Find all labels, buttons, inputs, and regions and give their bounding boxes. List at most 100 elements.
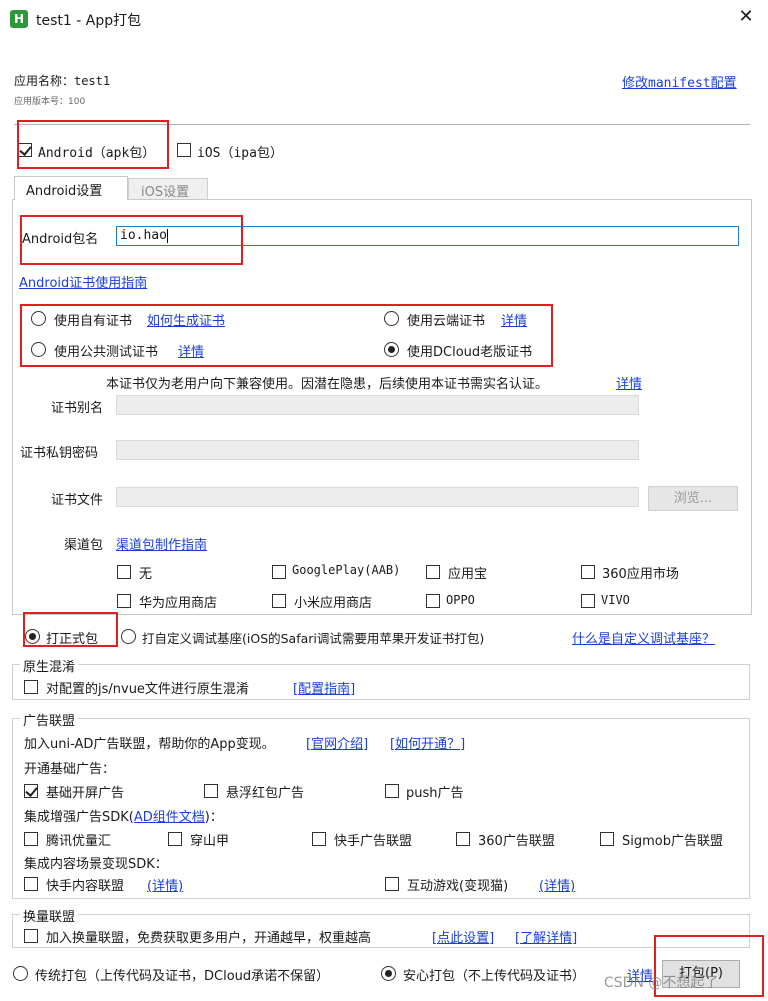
- build-custom-base-radio[interactable]: [121, 629, 136, 644]
- exchange-settings-link[interactable]: [点此设置]: [432, 927, 494, 946]
- channel-huawei-checkbox[interactable]: [117, 594, 131, 608]
- package-name-label: Android包名: [22, 232, 99, 247]
- cert-public-test-details-link[interactable]: 详情: [178, 341, 204, 360]
- ad-interactive-game-checkbox[interactable]: [385, 877, 399, 891]
- traditional-build-radio[interactable]: [13, 966, 28, 981]
- enhanced-ads-title: 集成增强广告SDK(AD组件文档)：: [24, 806, 223, 825]
- native-obfuscation-checkbox[interactable]: [24, 680, 38, 694]
- enhanced-ads-title-suffix: )：: [204, 810, 223, 825]
- ad-official-intro-link[interactable]: [官网介绍]: [306, 733, 368, 752]
- obfuscation-guide-link[interactable]: [配置指南]: [293, 678, 355, 697]
- ad-interactive-game-label: 互动游戏(变现猫): [407, 879, 509, 894]
- cert-public-test-radio[interactable]: [31, 342, 46, 357]
- modify-manifest-link[interactable]: 修改manifest配置: [622, 72, 737, 91]
- cert-dcloud-old-radio[interactable]: [384, 342, 399, 357]
- ad-splash-checkbox[interactable]: [24, 784, 38, 798]
- cert-cloud-label: 使用云端证书: [407, 314, 486, 329]
- ad-floating-redpacket-checkbox[interactable]: [204, 784, 218, 798]
- cert-own-radio[interactable]: [31, 311, 46, 326]
- ios-platform-label: iOS（ipa包）: [197, 146, 283, 161]
- app-version-label: 应用版本号：100: [14, 97, 86, 107]
- channel-googleplay-checkbox[interactable]: [272, 565, 286, 579]
- package-name-input[interactable]: io.hao: [116, 226, 739, 246]
- channel-xiaomi-checkbox[interactable]: [272, 594, 286, 608]
- ios-checkbox[interactable]: [177, 143, 191, 157]
- cert-alias-input[interactable]: [116, 395, 639, 415]
- ad-sigmob-label: Sigmob广告联盟: [622, 834, 723, 849]
- channel-xiaomi-label: 小米应用商店: [294, 596, 373, 611]
- channel-vivo-checkbox[interactable]: [581, 594, 595, 608]
- cert-file-input[interactable]: [116, 487, 639, 507]
- android-cert-guide-link[interactable]: Android证书使用指南: [19, 272, 147, 291]
- channel-360-label: 360应用市场: [602, 567, 679, 582]
- cert-cloud-details-link[interactable]: 详情: [501, 310, 527, 329]
- channel-yingyongbao-label: 应用宝: [448, 567, 488, 582]
- tab-android-label: Android设置: [26, 184, 103, 199]
- ad-tencent-checkbox[interactable]: [24, 832, 38, 846]
- android-checkbox[interactable]: [18, 143, 32, 157]
- close-icon[interactable]: ✕: [736, 7, 756, 27]
- exchange-union-label: 加入换量联盟，免费获取更多用户，开通越早，权重越高: [46, 931, 372, 946]
- channel-yingyongbao-checkbox[interactable]: [426, 565, 440, 579]
- ad-how-to-open-link[interactable]: [如何开通？]: [390, 733, 465, 752]
- cert-own-label: 使用自有证书: [54, 314, 133, 329]
- tab-ios-settings[interactable]: iOS设置: [128, 178, 208, 200]
- ad-kuaishou-content-label: 快手内容联盟: [46, 879, 125, 894]
- enhanced-ads-title-prefix: 集成增强广告SDK(: [24, 810, 134, 825]
- ad-tencent-label: 腾讯优量汇: [46, 834, 112, 849]
- ad-kuaishou-content-checkbox[interactable]: [24, 877, 38, 891]
- app-logo-icon: H: [10, 10, 28, 28]
- channel-oppo-label: OPPO: [446, 593, 475, 607]
- channel-label: 渠道包: [64, 538, 104, 553]
- ad-floating-redpacket-label: 悬浮红包广告: [226, 786, 305, 801]
- cert-public-test-label: 使用公共测试证书: [54, 345, 159, 360]
- traditional-build-label: 传统打包（上传代码及证书，DCloud承诺不保留）: [35, 969, 330, 984]
- title-bar: H test1 - App打包 ✕: [0, 0, 768, 38]
- ad-kuaishou-checkbox[interactable]: [312, 832, 326, 846]
- channel-huawei-label: 华为应用商店: [139, 596, 218, 611]
- channel-googleplay-label: GooglePlay(AAB): [292, 563, 401, 577]
- ad-pangle-label: 穿山甲: [190, 834, 230, 849]
- custom-base-what-link[interactable]: 什么是自定义调试基座？: [572, 628, 715, 647]
- cert-notice: 本证书仅为老用户向下兼容使用。因潜在隐患，后续使用本证书需实名认证。: [106, 377, 549, 392]
- ad-sigmob-checkbox[interactable]: [600, 832, 614, 846]
- basic-ads-title: 开通基础广告：: [24, 762, 116, 777]
- ad-360-checkbox[interactable]: [456, 832, 470, 846]
- ad-union-title: 广告联盟: [20, 710, 79, 729]
- ad-pangle-checkbox[interactable]: [168, 832, 182, 846]
- browse-button[interactable]: 浏览...: [648, 486, 738, 511]
- kuaishou-content-details-link[interactable]: (详情): [147, 875, 183, 894]
- cert-notice-details-link[interactable]: 详情: [616, 373, 642, 392]
- divider: [14, 124, 750, 125]
- ad-component-docs-link[interactable]: AD组件文档: [134, 810, 205, 825]
- build-custom-base-label: 打自定义调试基座(iOS的Safari调试需要用苹果开发证书打包): [142, 631, 485, 646]
- channel-guide-link[interactable]: 渠道包制作指南: [116, 534, 207, 553]
- ad-kuaishou-label: 快手广告联盟: [334, 834, 413, 849]
- exchange-details-link[interactable]: [了解详情]: [515, 927, 577, 946]
- exchange-union-checkbox[interactable]: [24, 929, 38, 943]
- cert-cloud-radio[interactable]: [384, 311, 399, 326]
- native-obfuscation-label: 对配置的js/nvue文件进行原生混淆: [46, 682, 249, 697]
- cert-password-input[interactable]: [116, 440, 639, 460]
- safe-build-label: 安心打包（不上传代码及证书）: [403, 969, 586, 984]
- channel-oppo-checkbox[interactable]: [426, 594, 440, 608]
- tab-android-settings[interactable]: Android设置: [14, 176, 128, 200]
- ad-push-checkbox[interactable]: [385, 784, 399, 798]
- exchange-union-title: 换量联盟: [20, 906, 79, 925]
- channel-none-checkbox[interactable]: [117, 565, 131, 579]
- content-ads-title: 集成内容场景变现SDK：: [24, 857, 168, 872]
- safe-build-radio[interactable]: [381, 966, 396, 981]
- how-to-generate-cert-link[interactable]: 如何生成证书: [147, 310, 225, 329]
- channel-vivo-label: VIVO: [601, 593, 630, 607]
- app-name-label: 应用名称：test1: [14, 74, 111, 88]
- build-formal-radio[interactable]: [25, 629, 40, 644]
- window-title: test1 - App打包: [36, 13, 142, 29]
- channel-360-checkbox[interactable]: [581, 565, 595, 579]
- android-platform-label: Android（apk包）: [38, 146, 156, 161]
- native-obfuscation-title: 原生混淆: [20, 656, 79, 675]
- tab-ios-label: iOS设置: [141, 185, 190, 200]
- interactive-game-details-link[interactable]: (详情): [539, 875, 575, 894]
- ad-360-label: 360广告联盟: [478, 834, 555, 849]
- ad-union-intro: 加入uni-AD广告联盟，帮助你的App变现。: [24, 737, 275, 752]
- ad-push-label: push广告: [406, 786, 464, 801]
